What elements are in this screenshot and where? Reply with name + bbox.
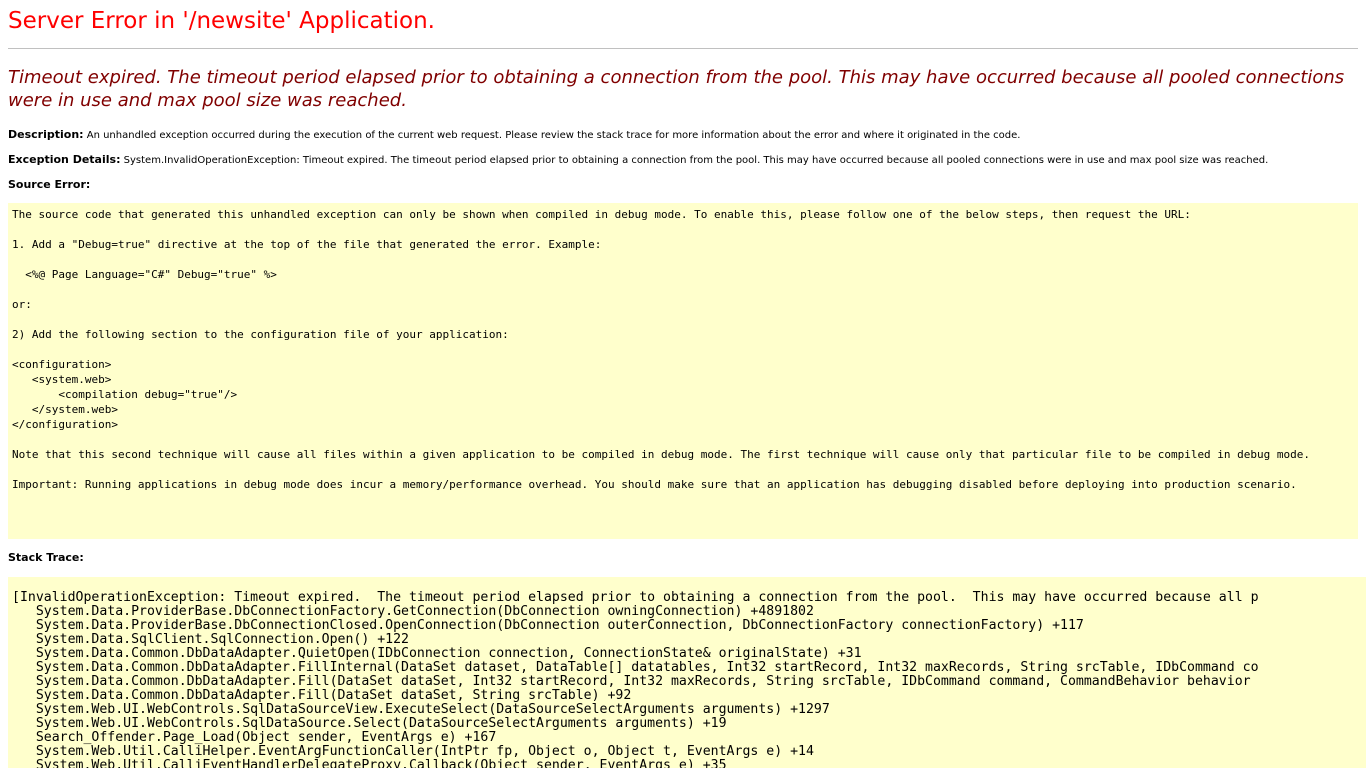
stack-trace-box[interactable]: [InvalidOperationException: Timeout expi… bbox=[8, 577, 1366, 768]
source-error-code: The source code that generated this unha… bbox=[12, 208, 1311, 491]
error-page: Server Error in '/newsite' Application. … bbox=[0, 0, 1366, 768]
page-title: Server Error in '/newsite' Application. bbox=[8, 8, 435, 34]
source-error-label: Source Error: bbox=[8, 178, 91, 191]
exception-details-row: Exception Details: System.InvalidOperati… bbox=[8, 153, 1268, 166]
error-message: Timeout expired. The timeout period elap… bbox=[8, 67, 1345, 111]
source-error-box[interactable]: The source code that generated this unha… bbox=[8, 203, 1358, 539]
title-divider bbox=[8, 48, 1358, 49]
exception-details-label: Exception Details: bbox=[8, 153, 121, 166]
description-text: An unhandled exception occurred during t… bbox=[83, 130, 1021, 141]
stack-trace-code: [InvalidOperationException: Timeout expi… bbox=[12, 590, 1259, 768]
exception-details-text: System.InvalidOperationException: Timeou… bbox=[120, 155, 1269, 166]
description-row: Description: An unhandled exception occu… bbox=[8, 128, 1020, 141]
description-label: Description: bbox=[8, 128, 84, 141]
stack-trace-label: Stack Trace: bbox=[8, 551, 84, 564]
